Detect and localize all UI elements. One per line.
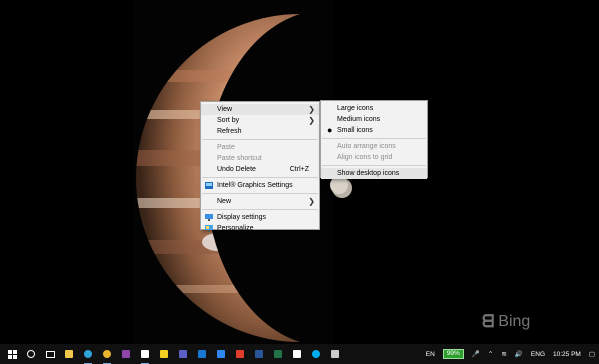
- taskbar-button-settings[interactable]: [138, 347, 152, 364]
- taskbar-button-sticky-notes[interactable]: [157, 347, 171, 361]
- menu-separator: [202, 139, 318, 140]
- intel-graphics-icon: [205, 182, 213, 189]
- taskbar-button-start[interactable]: [5, 347, 19, 361]
- desktop-context-menu: View ❯ Sort by ❯ Refresh Paste Paste sho…: [200, 101, 320, 232]
- file-explorer-icon: [65, 350, 73, 358]
- system-tray: EN 99% 🎤 ⌃ ≋ 🔊 ENG 10:25 PM ▢: [422, 344, 599, 364]
- taskbar-app-list: [0, 347, 342, 364]
- menu-separator: [322, 138, 426, 139]
- menu-item-view[interactable]: View ❯: [201, 104, 319, 115]
- menu-item-label: Refresh: [217, 128, 242, 135]
- menu-item-undo-delete[interactable]: Undo Delete Ctrl+Z: [201, 164, 319, 175]
- clock[interactable]: 10:25 PM: [553, 351, 581, 358]
- taskbar-button-onenote[interactable]: [119, 347, 133, 361]
- word-icon: [255, 350, 263, 358]
- menu-separator: [202, 209, 318, 210]
- store-icon: [217, 350, 225, 358]
- bing-text: Bing: [498, 313, 531, 330]
- microphone-icon[interactable]: 🎤: [472, 350, 480, 358]
- menu-separator: [202, 193, 318, 194]
- menu-item-sort-by[interactable]: Sort by ❯: [201, 115, 319, 126]
- taskbar-button-excel[interactable]: [271, 347, 285, 361]
- volume-icon[interactable]: 🔊: [515, 350, 523, 358]
- menu-item-label: Auto arrange icons: [337, 143, 396, 150]
- taskbar-button-office[interactable]: [233, 347, 247, 361]
- menu-item-display-settings[interactable]: Display settings: [201, 212, 319, 223]
- taskbar-button-outlook[interactable]: [195, 347, 209, 361]
- outlook-icon: [198, 350, 206, 358]
- chevron-right-icon: ❯: [308, 116, 315, 125]
- taskbar-button-chrome[interactable]: [100, 347, 114, 364]
- task-view-icon: [45, 350, 55, 358]
- chrome-icon: [103, 350, 111, 358]
- view-submenu: Large icons Medium icons ● Small icons A…: [320, 100, 428, 179]
- messaging-icon: [293, 350, 301, 358]
- menu-item-label: Paste shortcut: [217, 155, 262, 162]
- taskbar-button-store[interactable]: [214, 347, 228, 361]
- radio-bullet-icon: ●: [327, 125, 333, 135]
- input-language-indicator[interactable]: EN: [426, 351, 435, 358]
- bing-logo-icon: ᗺ: [482, 312, 495, 332]
- chevron-right-icon: ❯: [308, 197, 315, 206]
- menu-item-label: Personalize: [217, 225, 254, 232]
- taskbar-button-edge[interactable]: [81, 347, 95, 364]
- menu-item-label: Large icons: [337, 105, 374, 112]
- taskbar-button-teams[interactable]: [176, 347, 190, 361]
- start-icon: [7, 349, 17, 359]
- photos-icon: [331, 350, 339, 358]
- teams-icon: [179, 350, 187, 358]
- menu-item-label: Sort by: [217, 117, 240, 124]
- battery-indicator[interactable]: 99%: [442, 349, 464, 359]
- menu-item-paste[interactable]: Paste: [201, 142, 319, 153]
- menu-item-intel-graphics-settings[interactable]: Intel® Graphics Settings: [201, 180, 319, 191]
- taskbar-button-task-view[interactable]: [43, 347, 57, 361]
- taskbar-button-search[interactable]: [24, 347, 38, 361]
- submenu-item-medium-icons[interactable]: Medium icons: [321, 114, 427, 125]
- menu-item-label: Intel® Graphics Settings: [217, 182, 293, 189]
- shortcut-text: Ctrl+Z: [289, 166, 309, 173]
- chevron-right-icon: ❯: [308, 105, 315, 114]
- personalize-icon: [205, 225, 213, 232]
- menu-item-label: Show desktop icons: [337, 170, 400, 177]
- menu-item-paste-shortcut[interactable]: Paste shortcut: [201, 153, 319, 164]
- skype-icon: [312, 350, 320, 358]
- submenu-item-small-icons[interactable]: ● Small icons: [321, 125, 427, 136]
- notifications-icon[interactable]: ▢: [589, 350, 595, 358]
- office-icon: [236, 350, 244, 358]
- bing-watermark: ᗺ Bing: [482, 312, 530, 332]
- menu-item-label: Display settings: [217, 214, 267, 221]
- onenote-icon: [122, 350, 130, 358]
- submenu-item-large-icons[interactable]: Large icons: [321, 103, 427, 114]
- menu-item-label: Medium icons: [337, 116, 381, 123]
- menu-item-new[interactable]: New ❯: [201, 196, 319, 207]
- menu-item-label: New: [217, 198, 232, 205]
- taskbar-button-skype[interactable]: [309, 347, 323, 361]
- wifi-icon[interactable]: ≋: [501, 350, 506, 358]
- settings-icon: [141, 350, 149, 358]
- taskbar-button-messaging[interactable]: [290, 347, 304, 361]
- taskbar: EN 99% 🎤 ⌃ ≋ 🔊 ENG 10:25 PM ▢: [0, 344, 599, 364]
- menu-item-refresh[interactable]: Refresh: [201, 126, 319, 137]
- search-icon: [27, 350, 35, 358]
- excel-icon: [274, 350, 282, 358]
- menu-item-label: Undo Delete: [217, 166, 256, 173]
- submenu-item-auto-arrange-icons[interactable]: Auto arrange icons: [321, 141, 427, 152]
- edge-icon: [84, 350, 92, 358]
- taskbar-button-photos[interactable]: [328, 347, 342, 361]
- taskbar-button-file-explorer[interactable]: [62, 347, 76, 361]
- menu-item-label: Small icons: [337, 127, 373, 134]
- menu-item-label: View: [217, 106, 233, 113]
- menu-separator: [202, 177, 318, 178]
- submenu-item-align-icons-to-grid[interactable]: Align icons to grid: [321, 152, 427, 163]
- chevron-up-icon[interactable]: ⌃: [488, 350, 493, 358]
- menu-item-label: Align icons to grid: [337, 154, 393, 161]
- language-indicator[interactable]: ENG: [531, 351, 545, 358]
- menu-item-label: Paste: [217, 144, 235, 151]
- taskbar-button-word[interactable]: [252, 347, 266, 361]
- sticky-notes-icon: [160, 350, 168, 358]
- display-icon: [205, 214, 213, 221]
- menu-separator: [322, 165, 426, 166]
- submenu-item-show-desktop-icons[interactable]: Show desktop icons: [321, 168, 427, 179]
- menu-item-personalize[interactable]: Personalize: [201, 223, 319, 234]
